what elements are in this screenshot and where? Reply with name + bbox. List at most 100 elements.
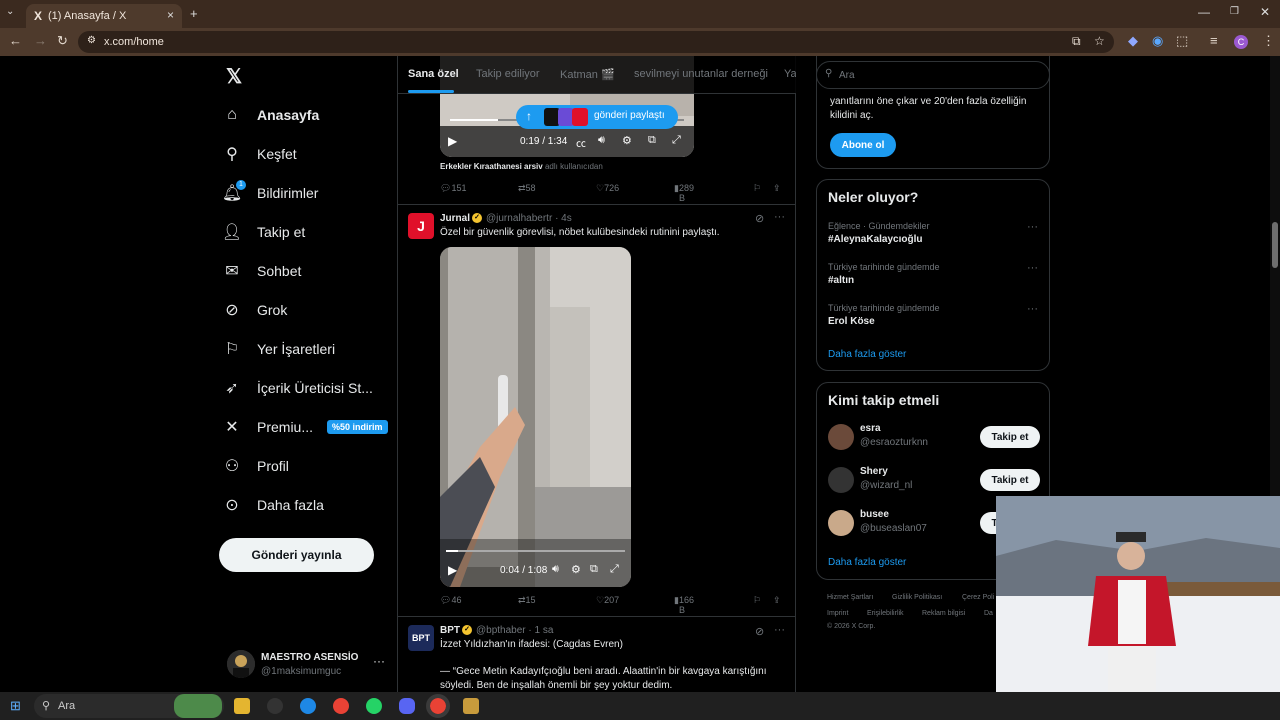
edge-icon[interactable]	[300, 698, 316, 714]
whatsapp-icon[interactable]	[366, 698, 382, 714]
nav-grok[interactable]: ⊘ Grok	[219, 292, 287, 328]
views-button[interactable]: ▮ 289 B	[674, 183, 694, 203]
footer-link[interactable]: Reklam bilgisi	[922, 610, 965, 617]
taskbar-search[interactable]: ⚲ Ara	[34, 694, 224, 718]
grok-icon[interactable]: ⊘	[755, 212, 764, 225]
video-attribution[interactable]: Erkekler Kıraathanesi arsiv adlı kullanı…	[440, 162, 603, 171]
share-icon[interactable]: ⇪	[773, 595, 781, 606]
extension-shield-icon[interactable]: ◆	[1128, 33, 1138, 49]
fullscreen-icon[interactable]: ⤢	[610, 563, 619, 576]
subscribe-button[interactable]: Abone ol	[830, 133, 896, 157]
league-icon[interactable]	[463, 698, 479, 714]
play-icon[interactable]: ▶	[448, 563, 457, 577]
tab-search-icon[interactable]: ⌄	[6, 6, 14, 17]
avatar[interactable]	[828, 424, 854, 450]
nav-home[interactable]: ⌂ Anasayfa	[219, 97, 319, 133]
follow-button[interactable]: Takip et	[980, 469, 1040, 491]
settings-icon[interactable]: ⚙	[571, 563, 581, 576]
nav-more[interactable]: ⊙ Daha fazla	[219, 487, 324, 523]
chrome-icon[interactable]	[333, 698, 349, 714]
nav-follow[interactable]: 👤︎ Takip et	[219, 214, 305, 250]
new-tab-button[interactable]: +	[190, 6, 198, 21]
views-button[interactable]: ▮ 166 B	[674, 595, 694, 615]
repost-button[interactable]: ⇄ 58	[518, 183, 536, 194]
settings-icon[interactable]: ⚙	[622, 134, 632, 147]
captions-icon[interactable]: ㏄	[576, 135, 586, 150]
footer-link[interactable]: Çerez Poli	[962, 594, 994, 601]
show-more-follow[interactable]: Daha fazla göster	[828, 557, 906, 568]
volume-icon[interactable]: 🔊︎	[598, 134, 605, 147]
like-button[interactable]: ♡ 726	[596, 183, 619, 194]
follow-name[interactable]: Shery	[860, 466, 888, 477]
more-icon[interactable]: ···	[774, 624, 785, 636]
nav-explore[interactable]: ⚲ Keşfet	[219, 136, 297, 172]
close-tab-icon[interactable]: ×	[167, 8, 174, 22]
tab-more[interactable]: Ya	[784, 68, 796, 80]
bookmark-star-icon[interactable]: ☆	[1094, 34, 1105, 48]
bookmark-icon[interactable]: ⚐	[753, 595, 761, 606]
footer-link[interactable]: Erişilebilirlik	[867, 610, 904, 617]
reply-button[interactable]: 💬︎ 151	[440, 183, 466, 194]
windows-start-icon[interactable]: ⊞	[10, 698, 21, 714]
video-player[interactable]: ▶ 0:04 / 1:08 🔊︎ ⚙ ⧉ ⤢	[440, 247, 631, 587]
nav-chat[interactable]: ✉ Sohbet	[219, 253, 301, 289]
trend-name[interactable]: #altın	[828, 275, 854, 286]
minimize-icon[interactable]: —	[1198, 5, 1210, 19]
discord-icon[interactable]	[399, 698, 415, 714]
pip-icon[interactable]: ⧉	[648, 134, 656, 147]
file-explorer-icon[interactable]	[234, 698, 250, 714]
extension-audio-icon[interactable]: ◉	[1152, 33, 1163, 49]
site-info-icon[interactable]: ⚙	[87, 35, 96, 46]
repost-button[interactable]: ⇄ 15	[518, 595, 536, 606]
bookmark-icon[interactable]: ⚐	[753, 183, 761, 194]
tab-community[interactable]: sevilmeyi unutanlar derneği	[634, 68, 768, 80]
forward-icon[interactable]: →	[34, 33, 47, 48]
account-switcher[interactable]: MAESTRO ASENSİO @1maksimumguc ···	[227, 646, 387, 686]
more-icon[interactable]: ···	[774, 211, 785, 223]
grok-icon[interactable]: ⊘	[755, 625, 764, 638]
more-icon[interactable]: ···	[1027, 303, 1038, 315]
close-window-icon[interactable]: ✕	[1260, 5, 1270, 19]
nav-creator-studio[interactable]: ➶ İçerik Üreticisi St...	[219, 370, 373, 406]
reload-icon[interactable]: ↻	[57, 33, 68, 49]
footer-link[interactable]: Da	[984, 610, 993, 617]
trend-name[interactable]: #AleynaKalaycıoğlu	[828, 234, 922, 245]
media-icon[interactable]: ≡	[1210, 33, 1218, 48]
avatar[interactable]: BPT	[408, 625, 434, 651]
avatar[interactable]	[828, 467, 854, 493]
tab-for-you[interactable]: Sana özel	[408, 68, 459, 80]
tab-following[interactable]: Takip ediliyor	[476, 68, 540, 80]
fullscreen-icon[interactable]: ⤢	[672, 134, 681, 147]
extensions-icon[interactable]: ⬚	[1176, 33, 1188, 49]
search-input[interactable]: ⚲ Ara	[816, 61, 1050, 89]
tab-katman[interactable]: Katman 🎬	[560, 68, 615, 81]
footer-link[interactable]: Imprint	[827, 610, 848, 617]
install-icon[interactable]: ⧉	[1072, 34, 1081, 49]
avatar[interactable]	[828, 510, 854, 536]
footer-link[interactable]: Hizmet Şartları	[827, 594, 873, 601]
share-icon[interactable]: ⇪	[773, 183, 781, 194]
nav-profile[interactable]: ⚇ Profil	[219, 448, 289, 484]
restore-icon[interactable]: ❐	[1230, 6, 1239, 17]
scrollbar-thumb[interactable]	[1272, 222, 1278, 268]
more-icon[interactable]: ···	[1027, 262, 1038, 274]
more-icon[interactable]: ···	[373, 654, 385, 668]
address-bar[interactable]: ⚙ x.com/home ⧉ ☆	[78, 31, 1114, 53]
play-icon[interactable]: ▶	[448, 134, 457, 148]
tweet-author[interactable]: BPT ✓	[440, 625, 472, 636]
follow-name[interactable]: esra	[860, 423, 881, 434]
nav-bookmarks[interactable]: ⚐ Yer İşaretleri	[219, 331, 335, 367]
follow-button[interactable]: Takip et	[980, 426, 1040, 448]
more-icon[interactable]: ···	[1027, 221, 1038, 233]
show-more-trends[interactable]: Daha fazla göster	[828, 349, 906, 360]
like-button[interactable]: ♡ 207	[596, 595, 619, 606]
obs-icon[interactable]	[267, 698, 283, 714]
browser-tab[interactable]: X (1) Anasayfa / X ×	[26, 4, 182, 28]
post-button[interactable]: Gönderi yayınla	[219, 538, 374, 572]
nav-premium[interactable]: ✕ Premiu... %50 indirim	[219, 409, 388, 445]
chrome-active-icon[interactable]	[426, 694, 450, 718]
follow-name[interactable]: busee	[860, 509, 889, 520]
menu-icon[interactable]: ⋮	[1262, 33, 1275, 49]
trend-name[interactable]: Erol Köse	[828, 316, 875, 327]
avatar[interactable]: J	[408, 213, 434, 239]
